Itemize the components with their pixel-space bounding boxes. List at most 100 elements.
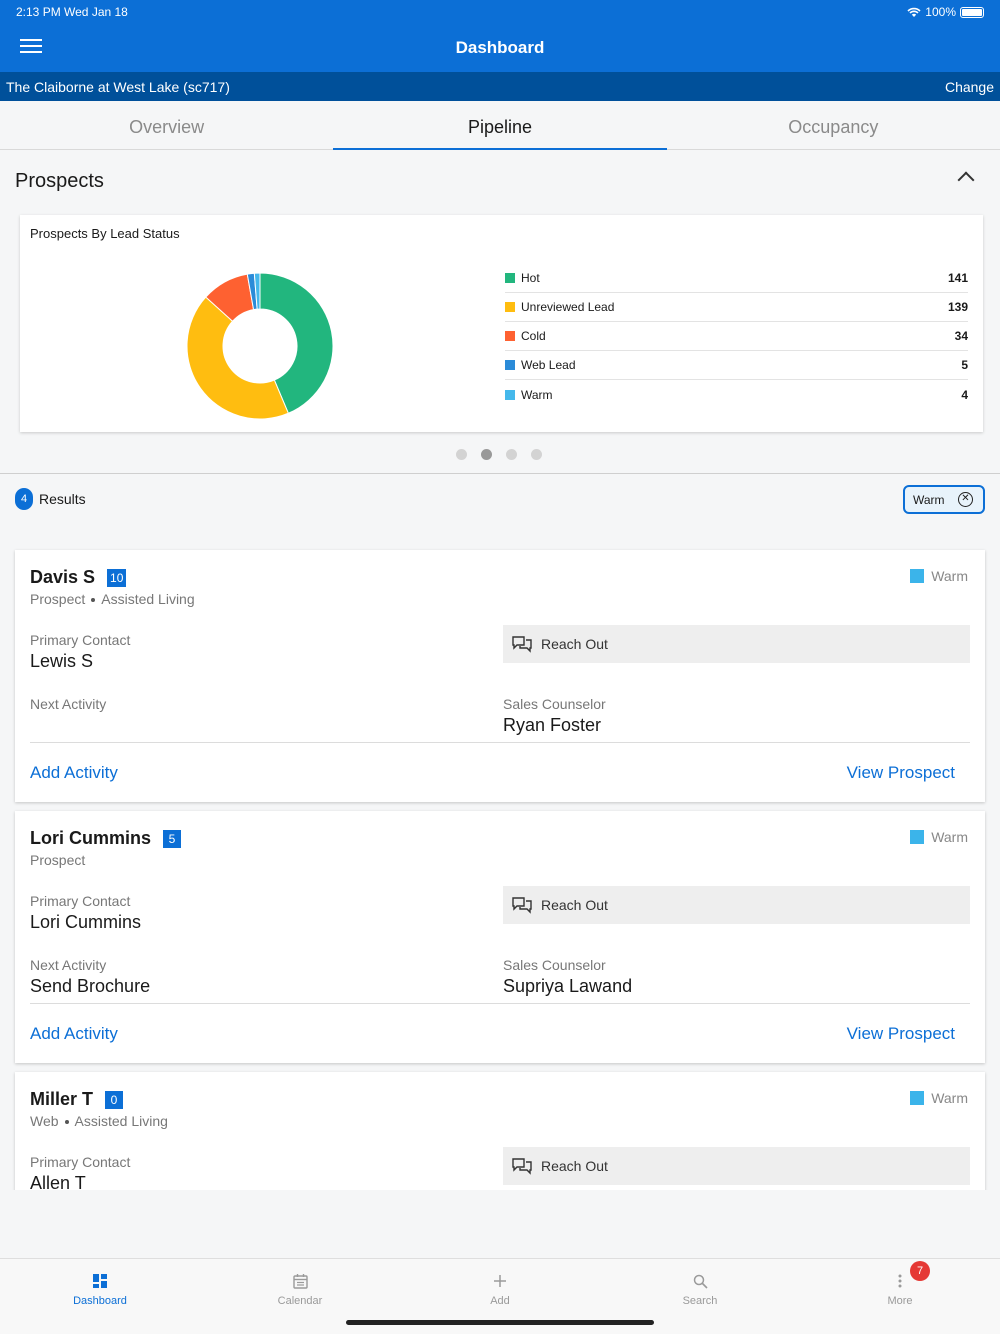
carousel-dots xyxy=(456,449,542,460)
chart-card: Prospects By Lead Status Hot 141 Unreviewe… xyxy=(20,215,983,432)
legend-value: 34 xyxy=(954,329,968,343)
status-color-swatch xyxy=(910,830,925,844)
prospect-care-level: Assisted Living xyxy=(101,591,195,607)
change-community-button[interactable]: Change xyxy=(945,79,994,95)
tabbar-search-label: Search xyxy=(682,1295,718,1307)
prospect-score-badge: 0 xyxy=(105,1090,124,1109)
legend-row: Hot 141 xyxy=(505,264,968,293)
view-prospect-button[interactable]: View Prospect xyxy=(847,1024,955,1044)
page-title: Dashboard xyxy=(455,38,545,57)
status-time: 2:13 PM Wed Jan 18 xyxy=(16,5,128,19)
primary-contact-label: Primary Contact xyxy=(30,1154,131,1170)
results-count: 4 Results xyxy=(15,488,86,510)
reach-out-button[interactable]: Reach Out xyxy=(503,625,970,663)
lead-status: Warm xyxy=(910,829,968,845)
sales-counselor-value: Ryan Foster xyxy=(503,715,602,735)
battery-percent: 100% xyxy=(925,5,956,19)
sales-counselor-value: Supriya Lawand xyxy=(503,976,633,996)
legend-label: Unreviewed Lead xyxy=(521,300,615,314)
prospect-care-level: Assisted Living xyxy=(74,1113,168,1129)
prospect-subtitle: Prospect xyxy=(30,852,85,868)
carousel-dot[interactable] xyxy=(481,449,492,460)
prospect-type: Prospect xyxy=(30,591,86,607)
results-label: Results xyxy=(39,491,86,507)
divider xyxy=(0,473,1000,474)
legend-row: Unreviewed Lead 139 xyxy=(505,293,968,322)
lead-status-label: Warm xyxy=(931,829,968,845)
more-icon xyxy=(898,1274,902,1288)
legend-row: Cold 34 xyxy=(505,322,968,351)
tabbar-add-label: Add xyxy=(490,1295,510,1307)
prospect-card: Davis S 10 Prospect Assisted Living Warm P… xyxy=(15,550,985,802)
lead-status: Warm xyxy=(910,1090,968,1106)
community-name: The Claiborne at West Lake (sc717) xyxy=(6,79,230,95)
prospect-subtitle: Prospect Assisted Living xyxy=(30,591,195,607)
legend-label: Hot xyxy=(521,271,540,285)
chat-bubbles-icon xyxy=(512,897,532,914)
chart-legend: Hot 141 Unreviewed Lead 139 Cold 34 Web Lead 5 W… xyxy=(505,264,968,409)
primary-contact-value: Allen T xyxy=(30,1173,86,1190)
tabbar-dashboard[interactable]: Dashboard xyxy=(0,1259,200,1334)
reach-out-button[interactable]: Reach Out xyxy=(503,886,970,924)
prospect-type: Prospect xyxy=(30,852,86,868)
legend-label: Web Lead xyxy=(521,358,576,372)
dashboard-tabs: Overview Pipeline Occupancy xyxy=(0,101,1000,150)
prospect-name[interactable]: Davis S 10 xyxy=(30,567,127,588)
chevron-up-icon[interactable] xyxy=(957,171,975,189)
legend-swatch xyxy=(505,360,515,370)
next-activity-label: Next Activity xyxy=(30,957,107,973)
sales-counselor-label: Sales Counselor xyxy=(503,957,606,973)
legend-label: Cold xyxy=(521,329,546,343)
legend-label: Warm xyxy=(521,387,553,402)
tabbar-more[interactable]: More 7 xyxy=(800,1259,1000,1334)
legend-value: 141 xyxy=(947,271,968,285)
carousel-dot[interactable] xyxy=(531,449,542,460)
sales-counselor-label: Sales Counselor xyxy=(503,696,606,712)
view-prospect-button[interactable]: View Prospect xyxy=(847,763,955,783)
reach-out-label: Reach Out xyxy=(541,897,608,913)
reach-out-button[interactable]: Reach Out xyxy=(503,1147,970,1185)
legend-swatch xyxy=(505,331,515,341)
tabbar-dashboard-label: Dashboard xyxy=(73,1295,127,1307)
search-icon xyxy=(693,1274,708,1289)
prospect-list: Davis S 10 Prospect Assisted Living Warm P… xyxy=(0,540,1000,1190)
tab-pipeline[interactable]: Pipeline xyxy=(333,101,667,150)
status-right: 100% xyxy=(907,5,984,19)
close-circle-icon[interactable]: ✕ xyxy=(958,492,973,507)
prospect-type: Web xyxy=(30,1113,59,1129)
legend-value: 139 xyxy=(947,300,968,314)
prospect-name[interactable]: Miller T 0 xyxy=(30,1089,124,1110)
filter-chip-label: Warm xyxy=(913,492,945,507)
legend-value: 5 xyxy=(961,358,968,372)
lead-status-label: Warm xyxy=(931,568,968,584)
prospect-name[interactable]: Lori Cummins 5 xyxy=(30,828,182,849)
prospect-subtitle: Web Assisted Living xyxy=(30,1113,168,1129)
tab-occupancy[interactable]: Occupancy xyxy=(667,101,1000,149)
prospect-name-text: Davis S xyxy=(30,567,96,587)
chat-bubbles-icon xyxy=(512,636,532,653)
legend-swatch xyxy=(505,302,515,312)
battery-icon xyxy=(960,6,984,18)
prospects-section-title: Prospects xyxy=(15,170,104,192)
tab-overview[interactable]: Overview xyxy=(0,101,333,149)
filter-chip-warm[interactable]: Warm ✕ xyxy=(903,485,985,514)
carousel-dot[interactable] xyxy=(456,449,467,460)
add-activity-button[interactable]: Add Activity xyxy=(30,1024,118,1044)
carousel-dot[interactable] xyxy=(506,449,517,460)
card-divider xyxy=(30,1003,970,1004)
next-activity-value: Send Brochure xyxy=(30,976,151,996)
plus-icon xyxy=(494,1275,506,1287)
reach-out-label: Reach Out xyxy=(541,1158,608,1174)
prospect-card: Lori Cummins 5 Prospect Warm Primary Cont… xyxy=(15,811,985,1063)
reach-out-label: Reach Out xyxy=(541,636,608,652)
results-badge: 4 xyxy=(15,488,33,510)
wifi-icon xyxy=(907,7,921,17)
notification-badge: 7 xyxy=(910,1261,930,1281)
donut-chart xyxy=(186,272,334,420)
add-activity-button[interactable]: Add Activity xyxy=(30,763,118,783)
bullet-separator xyxy=(91,598,96,603)
legend-value: 4 xyxy=(961,387,968,402)
primary-contact-label: Primary Contact xyxy=(30,632,131,648)
prospect-score-badge: 10 xyxy=(107,568,127,587)
next-activity-label: Next Activity xyxy=(30,696,107,712)
